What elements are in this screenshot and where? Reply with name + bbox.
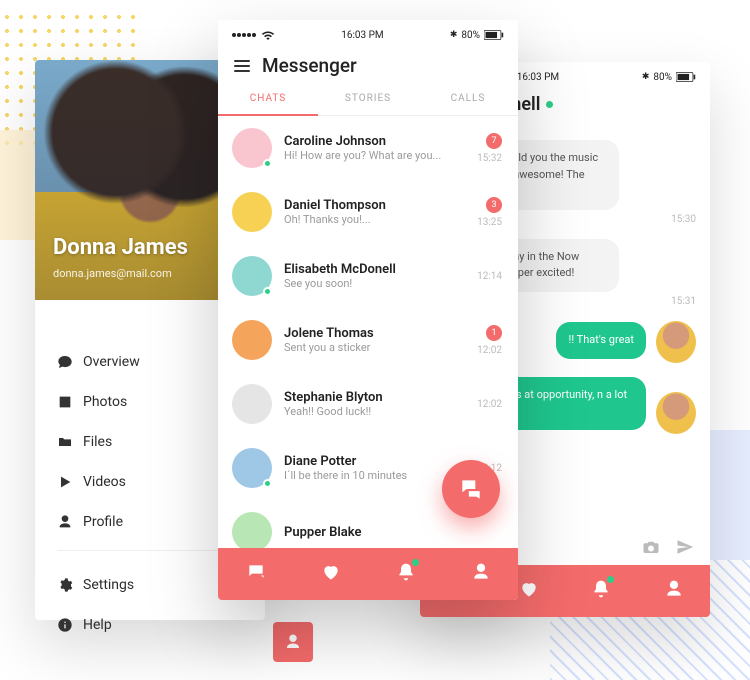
nav-profile[interactable]: [471, 562, 491, 586]
tab-stories[interactable]: STORIES: [318, 83, 418, 115]
status-battery: ✱ 80%: [450, 30, 504, 41]
mini-profile-chip: [273, 622, 313, 662]
chat-time: 12:14: [477, 271, 502, 282]
chat-item[interactable]: Elisabeth McDonellSee you soon! 12:14: [218, 244, 518, 308]
chat-time: 12:02: [477, 345, 502, 356]
image-icon: [57, 394, 73, 410]
messenger-screen: 16:03 PM ✱ 80% Messenger CHATS STORIES C…: [218, 20, 518, 600]
nav-notifications[interactable]: [591, 579, 611, 603]
menu-label: Photos: [83, 394, 127, 410]
avatar: [232, 128, 272, 168]
online-dot-icon: [263, 159, 272, 168]
app-title: Messenger: [262, 54, 357, 77]
info-icon: [57, 617, 73, 633]
play-icon: [57, 474, 73, 490]
menu-overview[interactable]: Overview: [57, 342, 243, 382]
menu-photos[interactable]: Photos: [57, 382, 243, 422]
new-chat-button[interactable]: [442, 460, 500, 518]
chat-item[interactable]: Stephanie BlytonYeah!! Good luck!! 12:02: [218, 372, 518, 436]
menu-label: Help: [83, 617, 112, 633]
nav-favorites[interactable]: [321, 562, 341, 586]
divider: [57, 550, 243, 551]
chat-name: Pupper Blake: [284, 525, 490, 540]
app-title-row: Messenger: [218, 46, 518, 83]
nav-profile[interactable]: [664, 579, 684, 603]
chat-preview: See you soon!: [284, 277, 465, 290]
chat-item[interactable]: Caroline JohnsonHi! How are you? What ar…: [218, 116, 518, 180]
chat-name: Caroline Johnson: [284, 134, 465, 149]
chat-item[interactable]: Daniel ThompsonOh! Thanks you!... 3 13:25: [218, 180, 518, 244]
avatar: [232, 256, 272, 296]
unread-badge: 1: [486, 325, 502, 341]
online-dot-icon: [263, 287, 272, 296]
avatar: [656, 392, 696, 434]
chat-preview: Yeah!! Good luck!!: [284, 405, 465, 418]
avatar: [232, 512, 272, 552]
menu-profile[interactable]: Profile: [57, 502, 243, 542]
menu-icon[interactable]: [234, 60, 250, 72]
avatar: [232, 384, 272, 424]
signal-icon: [232, 30, 275, 40]
bottom-nav: [218, 548, 518, 600]
chat-icon: [57, 354, 73, 370]
chat-name: Jolene Thomas: [284, 326, 465, 341]
chat-item[interactable]: Jolene ThomasSent you a sticker 1 12:02: [218, 308, 518, 372]
nav-notifications[interactable]: [396, 562, 416, 586]
status-bar: 16:03 PM ✱ 80%: [218, 20, 518, 46]
wifi-icon: [261, 30, 275, 40]
tab-bar: CHATS STORIES CALLS: [218, 83, 518, 116]
folder-icon: [57, 434, 73, 450]
menu-files[interactable]: Files: [57, 422, 243, 462]
chat-name: Diane Potter: [284, 454, 465, 469]
person-icon: [57, 514, 73, 530]
chat-time: 15:32: [477, 153, 502, 164]
chat-name: Daniel Thompson: [284, 198, 465, 213]
avatar: [232, 448, 272, 488]
nav-chats[interactable]: [246, 562, 266, 586]
chat-bubbles-icon: [458, 476, 484, 502]
status-time: 16:03 PM: [517, 72, 559, 83]
chat-preview: Sent you a sticker: [284, 341, 465, 354]
chat-preview: I´ll be there in 10 minutes: [284, 469, 465, 482]
menu-label: Settings: [83, 577, 134, 593]
menu-label: Files: [83, 434, 112, 450]
unread-badge: 7: [486, 133, 502, 149]
menu-videos[interactable]: Videos: [57, 462, 243, 502]
online-dot-icon: [546, 101, 553, 108]
online-dot-icon: [263, 479, 272, 488]
unread-badge: 3: [486, 197, 502, 213]
chat-time: 12:02: [477, 399, 502, 410]
menu-settings[interactable]: Settings: [57, 565, 243, 605]
avatar: [232, 192, 272, 232]
chat-name: Stephanie Blyton: [284, 390, 465, 405]
gear-icon: [57, 577, 73, 593]
chat-name: Elisabeth McDonell: [284, 262, 465, 277]
send-icon[interactable]: [676, 538, 694, 556]
menu-label: Overview: [83, 354, 140, 370]
profile-email: donna.james@mail.com: [53, 267, 172, 280]
menu-label: Profile: [83, 514, 123, 530]
status-battery: ✱ 80%: [642, 72, 696, 83]
menu-help[interactable]: Help: [57, 605, 243, 645]
nav-favorites[interactable]: [519, 579, 539, 603]
chat-time: 13:25: [477, 217, 502, 228]
tab-calls[interactable]: CALLS: [418, 83, 518, 115]
outgoing-message: !! That's great: [556, 322, 646, 359]
status-time: 16:03 PM: [341, 30, 383, 41]
avatar: [656, 321, 696, 363]
chat-preview: Oh! Thanks you!...: [284, 213, 465, 226]
tab-chats[interactable]: CHATS: [218, 83, 318, 116]
chat-preview: Hi! How are you? What are you...: [284, 149, 465, 162]
avatar: [232, 320, 272, 360]
menu-label: Videos: [83, 474, 126, 490]
profile-name: Donna James: [53, 235, 188, 260]
camera-icon[interactable]: [642, 538, 660, 556]
